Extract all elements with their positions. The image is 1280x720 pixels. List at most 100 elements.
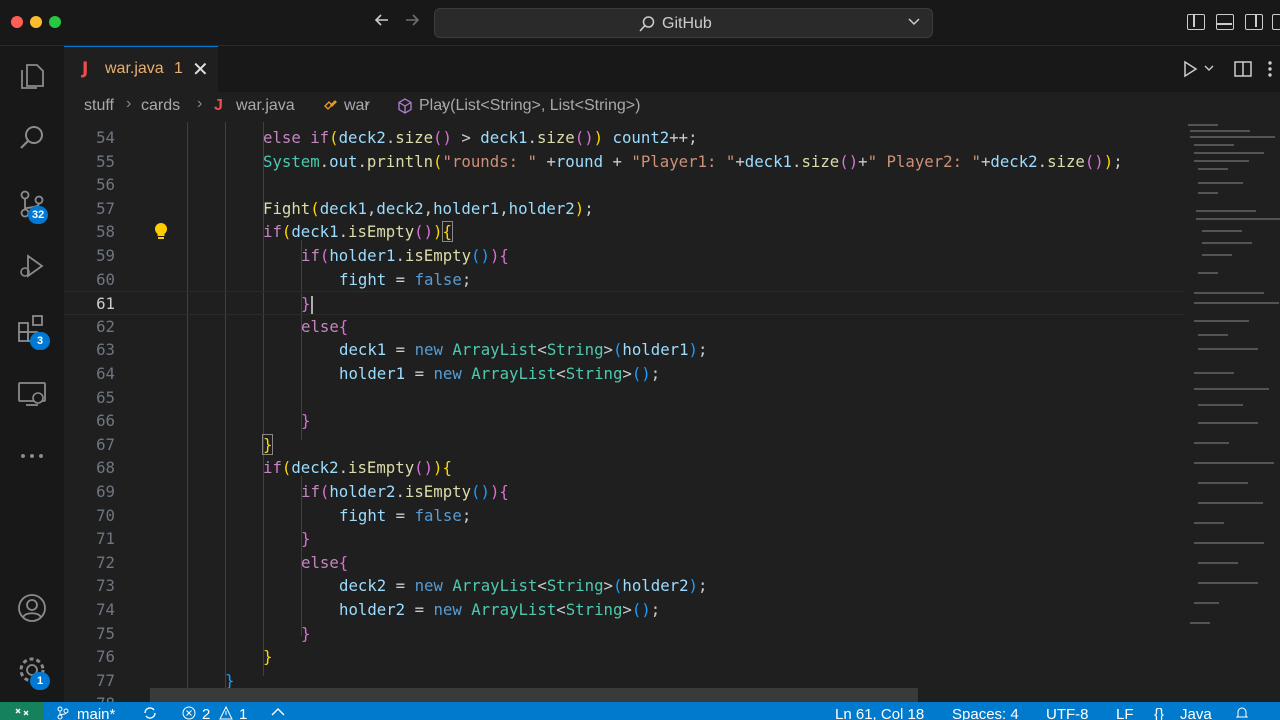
accounts-icon[interactable] (16, 592, 48, 624)
extensions-badge: 3 (30, 332, 50, 350)
search-icon[interactable] (16, 122, 48, 154)
code-text: } (301, 411, 311, 431)
notifications-icon[interactable] (1234, 706, 1250, 720)
toggle-primary-sidebar-icon[interactable] (1187, 14, 1205, 30)
line-number: 54 (96, 128, 115, 147)
back-arrow-icon[interactable] (372, 10, 392, 36)
end-of-line[interactable]: LF (1116, 706, 1134, 720)
line-number: 62 (96, 316, 115, 336)
minimap[interactable] (1184, 122, 1280, 702)
toggle-panel-icon[interactable] (1216, 14, 1234, 30)
code-text: fight = false; (339, 269, 472, 289)
java-file-icon: J (214, 97, 223, 114)
manage-gear-icon[interactable]: 1 (16, 654, 50, 690)
code-text: } (301, 529, 311, 549)
more-icon[interactable] (16, 440, 48, 472)
line-number: 74 (96, 600, 115, 619)
more-actions-icon[interactable] (1264, 59, 1276, 84)
code-line: 76 } (64, 645, 1184, 669)
code-text: Fight(deck1,deck2,holder1,holder2); (263, 198, 594, 218)
line-number: 76 (96, 647, 115, 667)
run-icon[interactable] (1180, 59, 1200, 84)
code-line: 73 deck2 = new ArrayList<String>(holder2… (64, 574, 1184, 598)
breadcrumb-item-cards[interactable]: cards (141, 97, 180, 115)
code-line: 72 else{ (64, 551, 1184, 575)
code-text: if(deck2.isEmpty()){ (263, 458, 452, 478)
warning-count[interactable]: 1 (239, 706, 247, 720)
forward-arrow-icon[interactable] (402, 10, 422, 36)
code-text: } (263, 647, 273, 667)
code-text: if(holder2.isEmpty()){ (301, 482, 509, 501)
code-line: 66 } (64, 409, 1184, 433)
zoom-window-button[interactable] (49, 16, 61, 28)
code-text: } (301, 623, 311, 643)
remote-explorer-icon[interactable] (16, 378, 48, 410)
line-number: 56 (96, 175, 115, 195)
line-number: 68 (96, 458, 115, 478)
error-icon[interactable] (182, 706, 196, 720)
code-text: } (261, 433, 274, 455)
close-icon[interactable]: ✕ (192, 57, 209, 82)
code-text: holder2 = new ArrayList<String>(); (339, 600, 661, 619)
code-text: deck2 = new ArrayList<String>(holder2); (339, 576, 708, 596)
explorer-icon[interactable] (16, 60, 48, 92)
class-symbol-icon (322, 98, 338, 119)
code-text: else{ (301, 316, 349, 336)
indentation[interactable]: Spaces: 4 (952, 706, 1019, 720)
title-bar: GitHub (0, 0, 1280, 46)
method-symbol-icon (397, 98, 413, 119)
code-line: 55 System.out.println("rounds: " +round … (64, 150, 1184, 174)
code-text: if(holder1.isEmpty()){ (301, 246, 509, 265)
chevron-down-icon[interactable] (906, 13, 922, 32)
code-line: 62 else{ (64, 315, 1184, 339)
toggle-secondary-sidebar-icon[interactable] (1245, 14, 1263, 30)
cursor-position[interactable]: Ln 61, Col 18 (835, 706, 924, 720)
customize-layout-icon[interactable] (1272, 14, 1280, 30)
line-number: 78 (64, 692, 115, 702)
code-editor[interactable]: 54 ​else if(deck2.size() > deck1.size())… (64, 122, 1184, 702)
tab-war-java[interactable]: J war.java 1 ✕ (64, 46, 218, 92)
code-line: 56 (64, 173, 1184, 197)
minimize-window-button[interactable] (30, 16, 42, 28)
breadcrumb-item-stuff[interactable]: stuff (84, 97, 114, 115)
java-file-icon: J (82, 59, 89, 79)
code-line: 64 holder1 = new ArrayList<String>(); (64, 362, 1184, 386)
line-number: 69 (96, 482, 115, 501)
line-number: 61 (96, 294, 115, 314)
ports-icon[interactable] (270, 706, 286, 720)
run-debug-icon[interactable] (16, 250, 48, 282)
code-line: 57 Fight(deck1,deck2,holder1,holder2); (64, 197, 1184, 221)
tab-bar: J war.java 1 ✕ (64, 46, 1280, 92)
command-center[interactable]: GitHub (434, 8, 933, 38)
encoding[interactable]: UTF-8 (1046, 706, 1089, 720)
breadcrumb-item-method[interactable]: Play(List<String>, List<String>) (419, 97, 640, 115)
source-control-icon[interactable]: 32 (16, 188, 49, 224)
branch-name[interactable]: main* (77, 706, 115, 720)
chevron-down-icon[interactable] (1202, 61, 1216, 80)
breadcrumb-item-file[interactable]: war.java (236, 97, 295, 115)
remote-indicator[interactable] (0, 702, 44, 720)
branch-icon (56, 706, 70, 720)
line-number: 64 (96, 364, 115, 383)
code-text: deck1 = new ArrayList<String>(holder1); (339, 340, 708, 360)
editor-actions (1170, 46, 1280, 92)
code-line: 74 holder2 = new ArrayList<String>(); (64, 598, 1184, 622)
error-count[interactable]: 2 (202, 706, 210, 720)
extensions-icon[interactable]: 3 (16, 312, 50, 350)
horizontal-scrollbar[interactable] (150, 688, 918, 702)
code-line: 68 if(deck2.isEmpty()){ (64, 456, 1184, 480)
breadcrumb: stuff › cards › J war.java › war › Play(… (64, 92, 1280, 122)
code-text: ​else if(deck2.size() > deck1.size()) co… (263, 128, 698, 147)
text-cursor (311, 295, 314, 314)
line-number: 75 (96, 623, 115, 643)
sync-icon[interactable] (142, 706, 158, 720)
language-mode[interactable]: Java (1180, 706, 1212, 720)
warning-icon[interactable] (219, 705, 233, 720)
line-number: 67 (96, 434, 115, 454)
close-window-button[interactable] (11, 16, 23, 28)
split-editor-icon[interactable] (1233, 59, 1253, 84)
line-number: 59 (96, 246, 115, 265)
code-line: 69 if(holder2.isEmpty()){ (64, 480, 1184, 504)
line-number: 66 (96, 411, 115, 431)
breadcrumb-item-class[interactable]: war (344, 97, 370, 115)
